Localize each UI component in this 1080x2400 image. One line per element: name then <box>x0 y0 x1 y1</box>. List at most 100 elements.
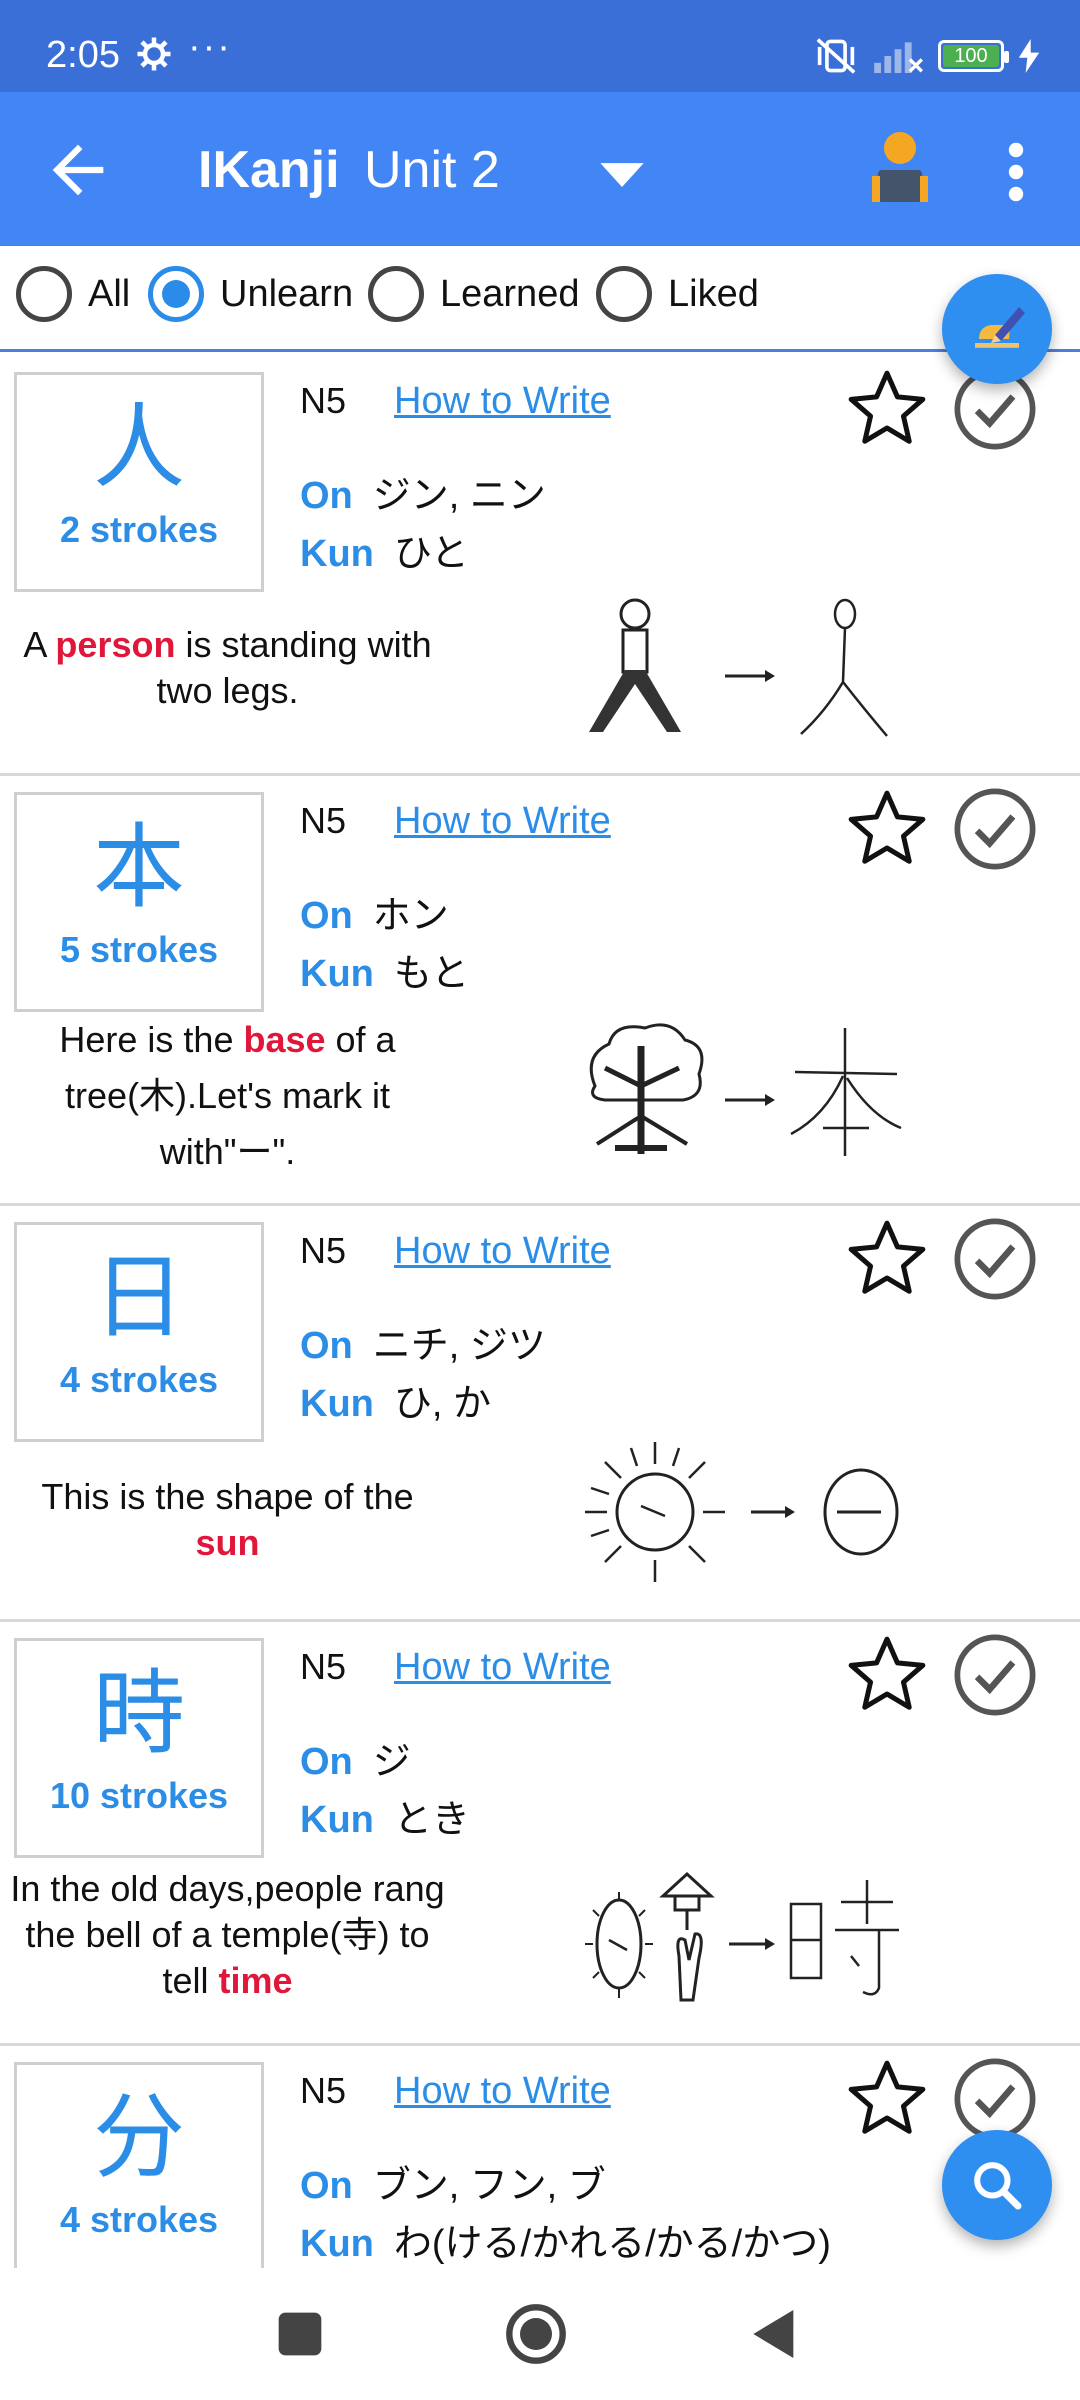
mnemonic-text: A person is standing with two legs. <box>10 622 445 714</box>
kanji-character: 人 <box>92 394 185 501</box>
on-reading-value: ニチ, ジツ <box>372 1325 546 1367</box>
unit-selector-label[interactable]: Unit 2 <box>364 140 500 200</box>
star-outline-icon[interactable] <box>844 786 930 872</box>
radio-liked[interactable] <box>596 266 652 322</box>
filter-liked-label: Liked <box>668 272 759 315</box>
signal-icon <box>874 42 924 73</box>
battery-level: 100 <box>943 45 999 67</box>
status-icons: 100 <box>814 36 1040 76</box>
kun-reading: Kun わ(ける/かれる/かる/かつ) <box>300 2212 831 2267</box>
stroke-count: 4 strokes <box>59 2199 219 2240</box>
kanji-card[interactable]: 分 4 strokes N5 How to Write On ブン, フン, ブ … <box>0 2046 1080 2268</box>
battery-icon: 100 <box>938 40 1009 72</box>
star-outline-icon[interactable] <box>844 2056 930 2142</box>
kun-label: Kun <box>300 1383 374 1425</box>
filter-unlearn[interactable]: Unlearn <box>148 266 353 322</box>
stroke-count: 4 strokes <box>59 1359 219 1400</box>
search-fab[interactable] <box>942 2130 1052 2240</box>
stroke-count: 5 strokes <box>59 929 219 970</box>
filter-learned[interactable]: Learned <box>368 266 579 322</box>
dropdown-arrow-icon[interactable] <box>596 154 648 194</box>
kanji-tile[interactable]: 日 4 strokes <box>14 1222 264 1442</box>
how-to-write-link[interactable]: How to Write <box>394 2070 611 2113</box>
jlpt-level: N5 <box>300 1230 347 1271</box>
mnemonic-keyword: time <box>218 1960 293 2001</box>
filter-radio-group: All Unlearn Learned Liked <box>0 246 1080 352</box>
vibrate-off-icon <box>816 38 856 74</box>
kun-reading-value: もと <box>393 953 470 995</box>
mnemonic-text: In the old days,people rang the bell of … <box>10 1866 445 2004</box>
app-bar: IKanji Unit 2 <box>0 92 1080 246</box>
kanji-character: 分 <box>92 2084 185 2191</box>
back-triangle-icon[interactable] <box>740 2302 804 2366</box>
on-reading-value: ジ <box>372 1741 411 1783</box>
user-avatar-icon[interactable] <box>866 130 934 210</box>
kanji-card[interactable]: 人 2 strokes N5 How to Write On ジン, ニン Kun… <box>0 356 1080 776</box>
kanji-character: 日 <box>92 1244 185 1351</box>
on-reading: On ホン <box>300 884 449 939</box>
on-reading: On ニチ, ジツ <box>300 1314 546 1369</box>
check-circle-icon[interactable] <box>952 786 1038 872</box>
jlpt-level: N5 <box>300 800 347 841</box>
home-circle-icon[interactable] <box>504 2302 568 2366</box>
radio-learned[interactable] <box>368 266 424 322</box>
search-icon <box>974 2162 1022 2210</box>
kun-label: Kun <box>300 953 374 995</box>
mnemonic-part: This is the shape of the <box>41 1476 414 1517</box>
how-to-write-link[interactable]: How to Write <box>394 380 611 423</box>
kanji-card[interactable]: 時 10 strokes N5 How to Write On ジ Kun とき I… <box>0 1622 1080 2046</box>
on-reading: On ジン, ニン <box>300 464 546 519</box>
how-to-write-link[interactable]: How to Write <box>394 800 611 843</box>
kanji-tile[interactable]: 人 2 strokes <box>14 372 264 592</box>
on-label: On <box>300 475 353 517</box>
jlpt-level: N5 <box>300 2070 347 2111</box>
star-outline-icon[interactable] <box>844 1216 930 1302</box>
how-to-write-link[interactable]: How to Write <box>394 1230 611 1273</box>
recents-square-icon[interactable] <box>268 2302 332 2366</box>
mnemonic-keyword: sun <box>195 1522 260 1563</box>
on-label: On <box>300 2165 353 2207</box>
filter-liked[interactable]: Liked <box>596 266 759 322</box>
filter-all[interactable]: All <box>16 266 130 322</box>
on-label: On <box>300 1325 353 1367</box>
on-reading: On ブン, フン, ブ <box>300 2154 606 2209</box>
handwriting-fab[interactable] <box>942 274 1052 384</box>
star-outline-icon[interactable] <box>844 366 930 452</box>
filter-unlearn-label: Unlearn <box>220 272 354 315</box>
on-reading-value: ブン, フン, ブ <box>372 2165 606 2207</box>
kanji-character: 時 <box>92 1660 185 1767</box>
how-to-write-link[interactable]: How to Write <box>394 1646 611 1689</box>
mnemonic-keyword: base <box>243 1019 326 1060</box>
on-label: On <box>300 1741 353 1783</box>
kun-reading: Kun もと <box>300 942 469 997</box>
kun-reading: Kun ひ, か <box>300 1372 491 1427</box>
tree-illustration <box>589 1023 902 1156</box>
radio-all[interactable] <box>16 266 72 322</box>
filter-learned-label: Learned <box>440 272 580 315</box>
kanji-character: 本 <box>92 814 185 921</box>
check-circle-icon[interactable] <box>952 1632 1038 1718</box>
status-more-dots: ··· <box>188 26 232 68</box>
kanji-tile[interactable]: 分 4 strokes <box>14 2062 264 2268</box>
temple-bell-illustration <box>585 1871 899 2002</box>
more-vert-icon[interactable] <box>996 140 1036 204</box>
back-arrow-icon[interactable] <box>40 132 116 208</box>
mnemonic-text: This is the shape of the sun <box>10 1474 445 1566</box>
kanji-tile[interactable]: 本 5 strokes <box>14 792 264 1012</box>
kun-reading-value: ひ, か <box>393 1383 491 1425</box>
star-outline-icon[interactable] <box>844 1632 930 1718</box>
kanji-tile[interactable]: 時 10 strokes <box>14 1638 264 1858</box>
kanji-card[interactable]: 本 5 strokes N5 How to Write On ホン Kun もと H… <box>0 776 1080 1206</box>
check-circle-icon[interactable] <box>952 1216 1038 1302</box>
kun-label: Kun <box>300 2223 374 2265</box>
mnemonic-part: A <box>23 624 56 665</box>
status-time: 2:05 <box>46 34 120 76</box>
mnemonic-part: is standing with two legs. <box>156 624 432 711</box>
on-reading: On ジ <box>300 1730 411 1785</box>
kanji-card[interactable]: 日 4 strokes N5 How to Write On ニチ, ジツ Kun… <box>0 1206 1080 1622</box>
kun-label: Kun <box>300 533 374 575</box>
radio-unlearn[interactable] <box>148 266 204 322</box>
pencil-hand-icon <box>975 307 1025 348</box>
stroke-count: 10 strokes <box>49 1775 229 1816</box>
mnemonic-text: Here is the base of a tree(木).Let's mark… <box>10 1012 445 1180</box>
